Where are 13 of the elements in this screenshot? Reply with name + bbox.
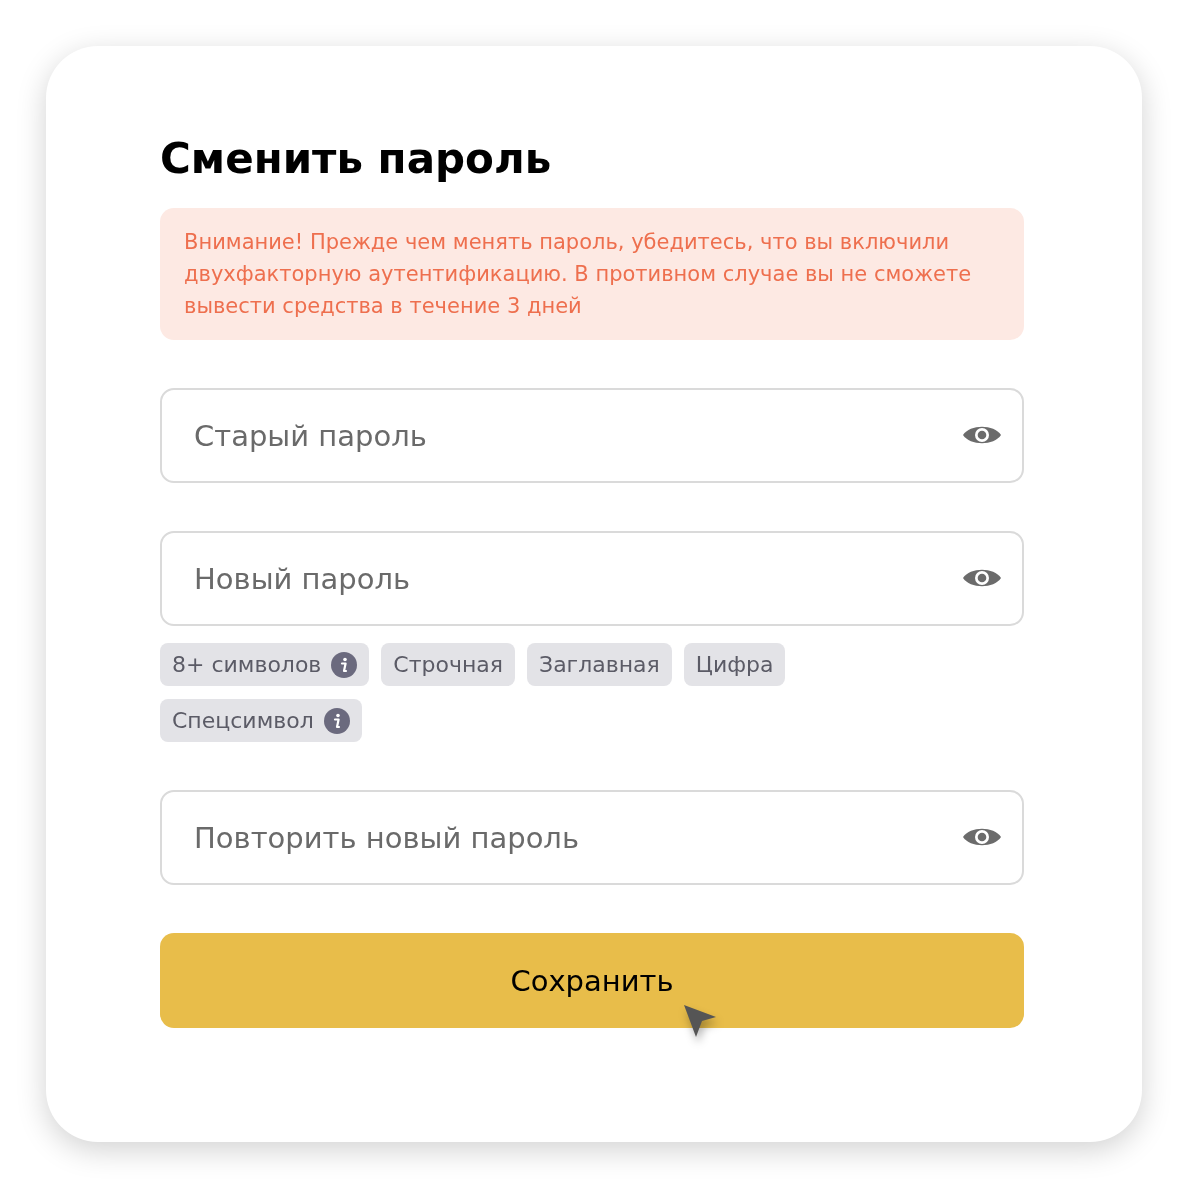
requirement-label: Цифра [695,652,774,678]
save-button[interactable]: Сохранить [160,933,1024,1029]
password-field[interactable]: Новый пароль [160,531,1024,627]
info-icon[interactable] [323,707,350,734]
warning-message: Внимание! Прежде чем менять пароль, убедитесь, что вы включили двухфакторную аутентификацию. В противном случае вы не сможете вывести средства в течение 3 дней [160,208,1024,341]
requirement-label: 8+ символов [172,652,322,678]
requirement-label: Строчная [393,652,504,678]
requirement-label: Спецсимвол [172,708,314,734]
info-icon[interactable] [331,651,358,678]
form-title: Сменить пароль [160,134,553,185]
password-field[interactable]: Старый пароль [160,388,1024,484]
requirement-label: Заглавная [539,652,660,678]
password-field[interactable]: Повторить новый пароль [160,790,1024,886]
